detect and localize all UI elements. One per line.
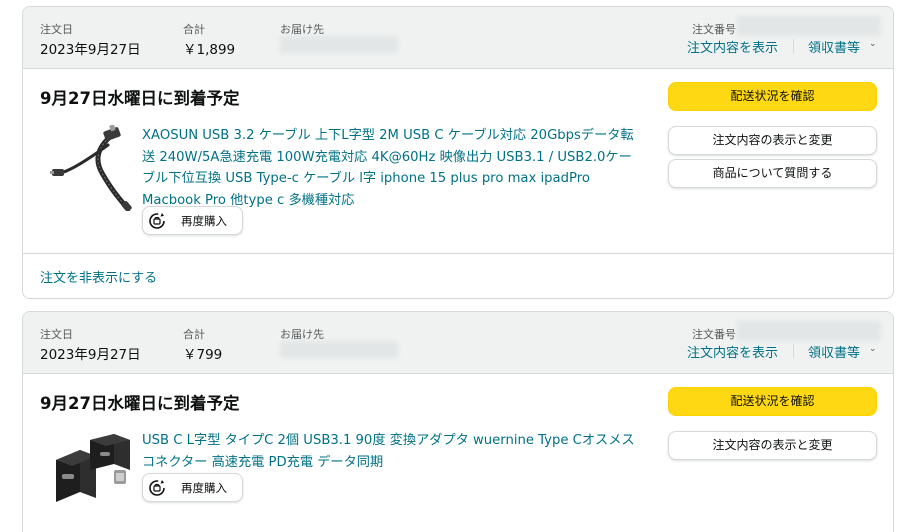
buy-again-label: 再度購入 — [181, 214, 227, 228]
product-title-link[interactable]: XAOSUN USB 3.2 ケーブル 上下L字型 2M USB C ケーブル対… — [142, 125, 642, 211]
track-package-button[interactable]: 配送状況を確認 — [668, 82, 877, 111]
order-total: ￥799 — [183, 347, 223, 363]
view-order-details-link[interactable]: 注文内容を表示 — [687, 37, 778, 56]
buy-again-button[interactable]: 再度購入 — [142, 206, 243, 235]
order-header: 注文日 2023年9月27日 合計 ￥799 お届け先 注文番号 注文内容を表示… — [23, 312, 893, 374]
order-number-redacted — [737, 321, 881, 341]
ship-to-label: お届け先 — [280, 23, 324, 36]
buy-again-label: 再度購入 — [181, 481, 227, 495]
order-number-label: 注文番号 — [692, 328, 736, 341]
chevron-down-icon[interactable]: ⌄ — [869, 344, 877, 354]
order-number-redacted — [737, 16, 881, 36]
order-date: 2023年9月27日 — [40, 42, 141, 58]
view-edit-order-button[interactable]: 注文内容の表示と変更 — [668, 126, 877, 155]
view-edit-order-button[interactable]: 注文内容の表示と変更 — [668, 431, 877, 460]
order-footer: 注文を非表示にする — [23, 253, 893, 298]
hide-order-link[interactable]: 注文を非表示にする — [40, 267, 157, 286]
receipt-link[interactable]: 領収書等 — [808, 342, 860, 361]
product-title-link[interactable]: USB C L字型 タイプC 2個 USB3.1 90度 変換アダプタ wuer… — [142, 430, 642, 473]
delivery-status: 9月27日水曜日に到着予定 — [40, 89, 240, 108]
buy-again-button[interactable]: 再度購入 — [142, 473, 243, 502]
track-package-button[interactable]: 配送状況を確認 — [668, 387, 877, 416]
ship-to-name-redacted[interactable] — [280, 341, 398, 358]
order-total-label: 合計 — [183, 23, 205, 36]
order-number-label: 注文番号 — [692, 23, 736, 36]
view-order-details-link[interactable]: 注文内容を表示 — [687, 342, 778, 361]
header-divider — [793, 39, 794, 53]
receipt-link[interactable]: 領収書等 — [808, 37, 860, 56]
delivery-status: 9月27日水曜日に到着予定 — [40, 394, 240, 413]
ask-product-question-button[interactable]: 商品について質問する — [668, 159, 877, 188]
ship-to-label: お届け先 — [280, 328, 324, 341]
ship-to-name-redacted[interactable] — [280, 36, 398, 53]
order-card: 注文日 2023年9月27日 合計 ￥799 お届け先 注文番号 注文内容を表示… — [22, 311, 894, 532]
order-date-label: 注文日 — [40, 23, 73, 36]
order-total: ￥1,899 — [183, 42, 236, 58]
rebuy-icon — [149, 213, 165, 229]
product-image-usb-cable[interactable] — [50, 125, 136, 211]
order-card: 注文日 2023年9月27日 合計 ￥1,899 お届け先 注文番号 注文内容を… — [22, 6, 894, 299]
order-date-label: 注文日 — [40, 328, 73, 341]
order-total-label: 合計 — [183, 328, 205, 341]
order-date: 2023年9月27日 — [40, 347, 141, 363]
order-header: 注文日 2023年9月27日 合計 ￥1,899 お届け先 注文番号 注文内容を… — [23, 7, 893, 69]
rebuy-icon — [149, 480, 165, 496]
chevron-down-icon[interactable]: ⌄ — [869, 39, 877, 49]
header-divider — [793, 344, 794, 358]
product-image-usb-adapter[interactable] — [50, 430, 136, 516]
